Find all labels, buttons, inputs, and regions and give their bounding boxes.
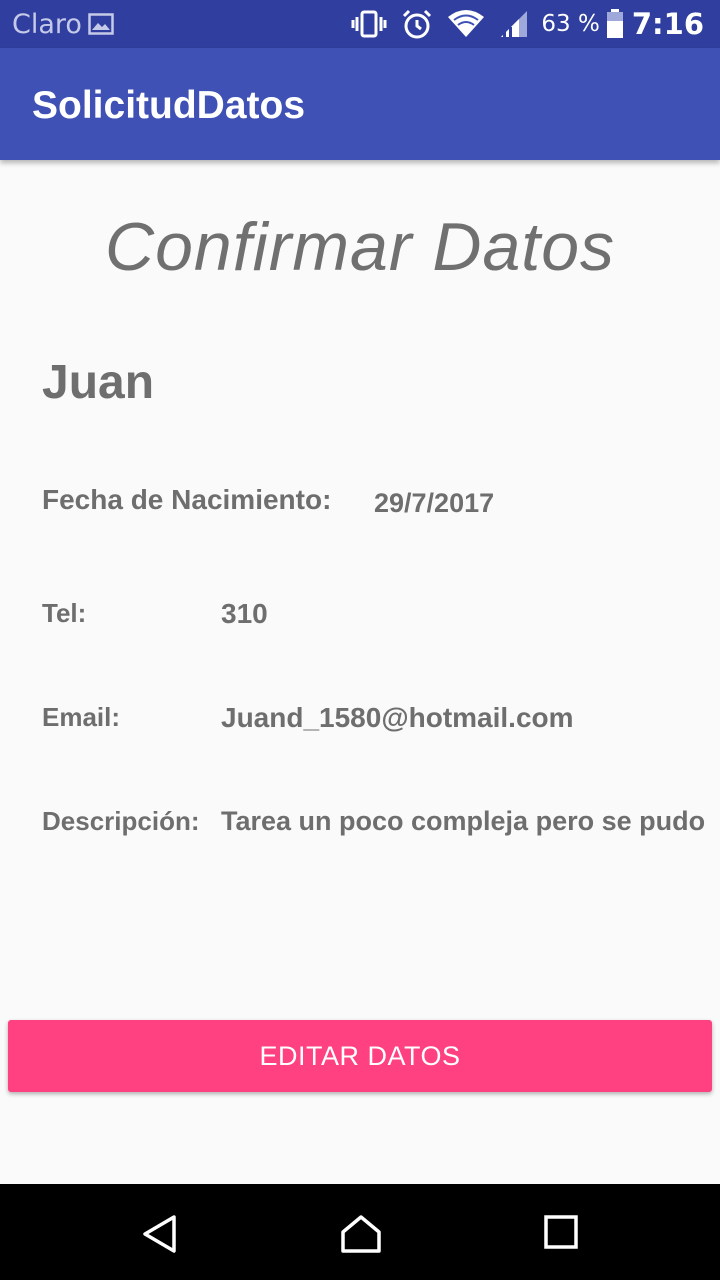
description-label: Descripción: <box>42 806 200 836</box>
back-icon[interactable] <box>140 1214 180 1259</box>
recents-icon[interactable] <box>544 1214 578 1255</box>
app-title: SolicitudDatos <box>32 84 306 127</box>
vibrate-icon <box>351 10 387 38</box>
birthdate-label: Fecha de Nacimiento: <box>42 484 332 515</box>
app-bar: SolicitudDatos <box>0 48 720 160</box>
signal-icon <box>499 9 529 39</box>
email-value: Juand_1580@hotmail.com <box>221 702 574 733</box>
page-heading: Confirmar Datos <box>104 209 616 285</box>
birthdate-value: 29/7/2017 <box>374 488 495 518</box>
user-name: Juan <box>42 356 155 409</box>
phone-value: 310 <box>221 598 268 629</box>
battery-percentage: 63 % <box>541 11 600 37</box>
carrier-name: Claro <box>12 9 82 40</box>
email-label: Email: <box>42 702 121 732</box>
home-icon[interactable] <box>340 1214 382 1259</box>
clock: 7:16 <box>631 7 704 41</box>
status-bar: Claro 63 % 7:16 <box>0 0 720 48</box>
wifi-icon <box>447 9 485 39</box>
gallery-icon <box>88 13 114 40</box>
alarm-icon <box>401 9 433 39</box>
edit-data-button[interactable]: EDITAR DATOS <box>8 1020 712 1092</box>
description-value: Tarea un poco compleja pero se pudo <box>221 806 706 836</box>
phone-label: Tel: <box>42 598 87 628</box>
navigation-bar <box>0 1184 720 1280</box>
battery-icon <box>606 9 624 39</box>
